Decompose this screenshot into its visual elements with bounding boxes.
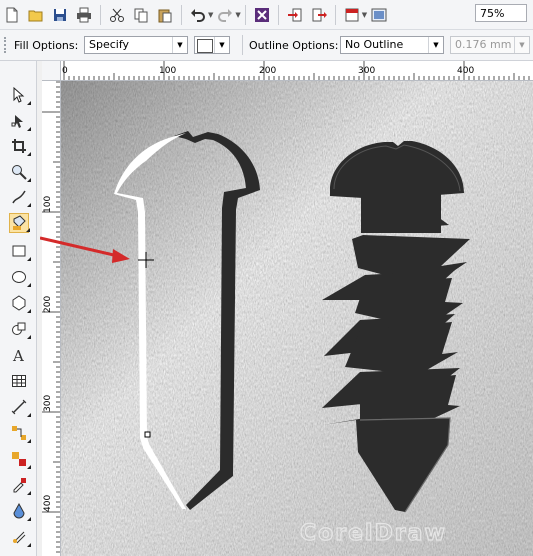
fill-options-label: Fill Options: — [14, 39, 79, 52]
undo-icon[interactable] — [187, 4, 209, 26]
fill-color-picker[interactable]: ▼ — [194, 36, 230, 54]
toolbar-separator — [334, 4, 336, 25]
publish-pdf-icon[interactable] — [341, 4, 363, 26]
svg-text:A: A — [12, 347, 24, 363]
toolbox: A — [0, 61, 37, 556]
copy-icon[interactable] — [130, 4, 152, 26]
ruler-label: 200 — [259, 66, 277, 76]
import-icon[interactable] — [284, 4, 306, 26]
ruler-label: 100 — [159, 66, 177, 76]
drawing-canvas[interactable]: CorelDraw — [61, 81, 533, 556]
ruler-label: 200 — [43, 295, 53, 313]
outline-options-label: Outline Options: — [249, 39, 339, 52]
smart-fill-tool-icon[interactable] — [9, 213, 30, 233]
toolbar-separator — [242, 35, 243, 55]
chevron-down-icon: ▼ — [514, 37, 529, 53]
ruler-ticks — [42, 81, 60, 553]
ruler-label: 0 — [62, 66, 68, 76]
horizontal-ruler[interactable]: 0 100 200 300 400 — [42, 61, 533, 81]
polygon-tool-icon[interactable] — [9, 293, 31, 313]
fill-color-swatch — [197, 39, 213, 53]
application-launcher-icon[interactable] — [368, 4, 390, 26]
property-bar: Fill Options: Specify ▼ ▼ Outline Option… — [0, 30, 533, 61]
zoom-tool-icon[interactable] — [9, 162, 31, 182]
outline-width-value: 0.176 mm — [455, 38, 512, 51]
ruler-label: 300 — [358, 66, 376, 76]
dimension-tool-icon[interactable] — [9, 397, 31, 417]
standard-toolbar: ▼ ▼ ▼ 75% — [0, 0, 533, 30]
ruler-label: 400 — [457, 66, 475, 76]
text-tool-icon[interactable]: A — [9, 345, 29, 365]
toolbar-separator — [181, 4, 182, 25]
toolbar-grip[interactable] — [4, 37, 8, 53]
redo-icon[interactable] — [214, 4, 236, 26]
fill-type-value: Specify — [89, 38, 130, 51]
toolbar-separator — [100, 4, 101, 25]
ruler-origin[interactable] — [42, 61, 61, 81]
open-folder-icon[interactable] — [25, 4, 47, 26]
save-icon[interactable] — [49, 4, 71, 26]
ruler-label: 100 — [43, 195, 53, 213]
chevron-down-icon: ▼ — [172, 37, 187, 53]
crop-tool-icon[interactable] — [9, 136, 31, 156]
corel-connect-icon[interactable] — [251, 4, 273, 26]
chevron-down-icon: ▼ — [214, 37, 229, 53]
paste-icon[interactable] — [154, 4, 176, 26]
outline-width-select[interactable]: 0.176 mm ▼ — [450, 36, 530, 54]
export-icon[interactable] — [308, 4, 330, 26]
new-document-icon[interactable] — [1, 4, 23, 26]
chevron-down-icon[interactable]: ▼ — [235, 11, 240, 19]
print-icon[interactable] — [73, 4, 95, 26]
interactive-fill-tool-icon[interactable] — [9, 501, 31, 521]
toolbar-separator — [277, 4, 279, 25]
background-shading — [61, 81, 533, 556]
vertical-ruler[interactable]: 100 200 300 400 — [42, 80, 61, 556]
basic-shapes-tool-icon[interactable] — [9, 319, 31, 339]
ellipse-tool-icon[interactable] — [9, 267, 31, 287]
table-tool-icon[interactable] — [9, 371, 29, 391]
outline-type-value: No Outline — [345, 38, 404, 51]
ruler-label: 300 — [43, 394, 53, 412]
rectangle-tool-icon[interactable] — [9, 241, 31, 261]
blend-tool-icon[interactable] — [9, 449, 31, 469]
freehand-tool-icon[interactable] — [9, 187, 31, 207]
connector-tool-icon[interactable] — [9, 423, 31, 443]
outline-type-select[interactable]: No Outline ▼ — [340, 36, 444, 54]
chevron-down-icon[interactable]: ▼ — [362, 11, 367, 19]
eyedropper-tool-icon[interactable] — [9, 475, 31, 495]
fill-type-select[interactable]: Specify ▼ — [84, 36, 188, 54]
cut-icon[interactable] — [106, 4, 128, 26]
coreldraw-watermark: CorelDraw — [300, 521, 447, 546]
shape-tool-icon[interactable] — [9, 111, 31, 131]
chevron-down-icon[interactable]: ▼ — [208, 11, 213, 19]
path-node[interactable] — [144, 431, 151, 438]
ruler-label: 400 — [43, 494, 53, 512]
zoom-level-field[interactable]: 75% — [475, 4, 527, 22]
chevron-down-icon: ▼ — [428, 37, 443, 53]
canvas-artwork: CorelDraw — [61, 81, 533, 556]
mesh-fill-tool-icon[interactable] — [9, 527, 31, 547]
toolbar-separator — [244, 4, 246, 25]
annotation-arrow-tail — [40, 236, 63, 245]
pick-tool-icon[interactable] — [9, 85, 31, 105]
